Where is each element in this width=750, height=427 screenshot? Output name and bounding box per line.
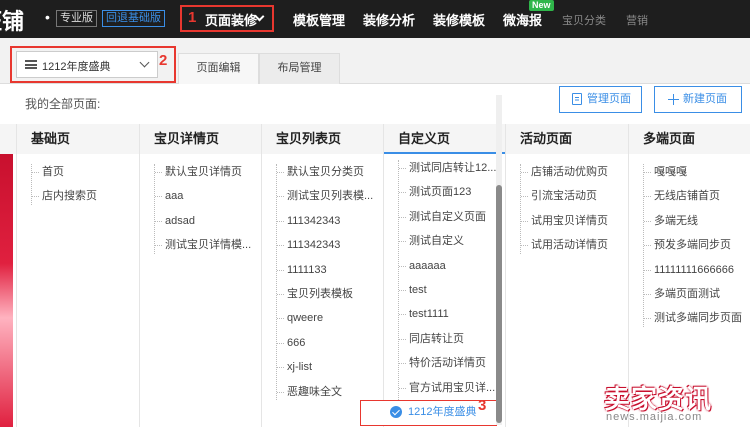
list-item[interactable]: 宝贝列表模板 xyxy=(262,282,383,306)
selected-page-item[interactable]: 1212年度盛典 xyxy=(360,399,497,426)
manage-pages-label: 管理页面 xyxy=(587,93,631,105)
column-title: 自定义页 xyxy=(384,124,505,154)
list-item[interactable]: 默认宝贝详情页 xyxy=(140,160,261,184)
list-item[interactable]: 测试宝贝详情模... xyxy=(140,233,261,257)
background-banner-strip xyxy=(0,154,13,427)
list-item[interactable]: 同店转让页 xyxy=(384,327,505,351)
tab-page-edit[interactable]: 页面编辑 xyxy=(178,53,259,84)
list-item[interactable]: 测试自定义 xyxy=(384,229,505,253)
column-custom-pages: 自定义页 测试同店转让12... 测试页面123 测试自定义页面 测试自定义 a… xyxy=(360,124,505,427)
list-item[interactable]: 多端页面测试 xyxy=(629,282,750,306)
annotation-number-3: 3 xyxy=(478,397,487,414)
list-item[interactable]: aaaaaa xyxy=(384,254,505,278)
list-item[interactable]: 测试多端同步页面 xyxy=(629,306,750,330)
list-item[interactable]: 试用活动详情页 xyxy=(506,233,627,257)
plus-icon xyxy=(668,94,679,105)
list-item[interactable]: 测试页面123 xyxy=(384,180,505,204)
nav-template-manage[interactable]: 模板管理 xyxy=(293,10,345,29)
check-circle-icon xyxy=(390,405,402,418)
list-item[interactable]: 店铺活动优购页 xyxy=(506,160,627,184)
menu-icon xyxy=(25,60,37,69)
nav-page-decoration[interactable]: 页面装修 xyxy=(205,10,257,29)
list-item[interactable]: 默认宝贝分类页 xyxy=(262,160,383,184)
list-item[interactable]: 测试宝贝列表模... xyxy=(262,184,383,208)
list-item[interactable]: 预发多端同步页 xyxy=(629,233,750,257)
list-item[interactable]: 引流宝活动页 xyxy=(506,184,627,208)
nav-decoration-templates[interactable]: 装修模板 xyxy=(433,10,485,29)
column-item-detail-pages: 宝贝详情页 默认宝贝详情页 aaa adsad 测试宝贝详情模... xyxy=(139,124,261,427)
list-item[interactable]: 1111133 xyxy=(262,258,383,282)
brand-logo: 旺铺 xyxy=(0,10,25,35)
top-nav-bar: 旺铺 • 专业版 回退基础版 1 页面装修 模板管理 装修分析 装修模板 New… xyxy=(0,0,750,38)
column-title: 宝贝列表页 xyxy=(262,124,383,154)
all-pages-label: 我的全部页面: xyxy=(25,97,101,111)
scrollbar-thumb[interactable] xyxy=(496,185,502,423)
column-title: 活动页面 xyxy=(506,124,627,154)
page-select-dropdown[interactable]: 1212年度盛典 xyxy=(16,51,158,78)
page-select-value: 1212年度盛典 xyxy=(42,61,111,73)
nav-item-category[interactable]: 宝贝分类 xyxy=(562,12,606,28)
page-toolbar: 1212年度盛典 2 页面编辑 布局管理 xyxy=(0,38,750,84)
chevron-down-icon xyxy=(139,57,150,68)
list-item[interactable]: 店内搜索页 xyxy=(17,184,138,208)
list-item[interactable]: 无线店铺首页 xyxy=(629,184,750,208)
list-item[interactable]: xj-list xyxy=(262,355,383,379)
list-item[interactable]: adsad xyxy=(140,209,261,233)
annotation-number-2: 2 xyxy=(159,52,168,69)
nav-marketing[interactable]: 营销 xyxy=(626,12,648,28)
list-item[interactable]: 试用宝贝详情页 xyxy=(506,209,627,233)
list-item[interactable]: test xyxy=(384,278,505,302)
nav-decoration-analysis[interactable]: 装修分析 xyxy=(363,10,415,29)
new-page-button[interactable]: 新建页面 xyxy=(654,86,742,113)
column-title: 多端页面 xyxy=(629,124,750,154)
watermark: 卖家资讯 news.maijia.com xyxy=(604,381,750,427)
manage-pages-button[interactable]: 管理页面 xyxy=(559,86,642,113)
tab-layout-manage[interactable]: 布局管理 xyxy=(259,53,340,84)
document-icon xyxy=(572,93,582,105)
column-item-list-pages: 宝贝列表页 默认宝贝分类页 测试宝贝列表模... 111342343 11134… xyxy=(261,124,383,427)
list-item[interactable]: test1111 xyxy=(384,302,505,326)
pro-badge: 专业版 xyxy=(56,10,97,27)
list-item[interactable]: 嘎嘎嘎 xyxy=(629,160,750,184)
watermark-url: news.maijia.com xyxy=(606,411,703,423)
brand-dot: • xyxy=(45,9,50,25)
list-item[interactable]: qweere xyxy=(262,306,383,330)
page-dropdown-panel: 我的全部页面: 管理页面 新建页面 基础页 首页 店内搜索页 宝贝详情页 默认宝… xyxy=(0,84,750,427)
list-item[interactable]: 111342343 xyxy=(262,209,383,233)
list-item[interactable]: aaa xyxy=(140,184,261,208)
column-basic-pages: 基础页 首页 店内搜索页 xyxy=(16,124,138,427)
list-item[interactable]: 首页 xyxy=(17,160,138,184)
column-title: 基础页 xyxy=(17,124,138,154)
selected-page-label: 1212年度盛典 xyxy=(408,405,477,418)
column-title: 宝贝详情页 xyxy=(140,124,261,154)
nav-micro-poster[interactable]: 微海报 xyxy=(503,10,542,29)
list-item[interactable]: 测试同店转让12... xyxy=(384,156,505,180)
new-page-label: 新建页面 xyxy=(683,93,727,105)
list-item[interactable]: 测试自定义页面 xyxy=(384,205,505,229)
list-item[interactable]: 官方试用宝贝详... xyxy=(384,376,505,400)
custom-pages-scrollbar[interactable] xyxy=(496,95,502,425)
list-item[interactable]: 111342343 xyxy=(262,233,383,257)
annotation-number-1: 1 xyxy=(188,9,197,26)
list-item[interactable]: 666 xyxy=(262,331,383,355)
list-item[interactable]: 11111111666666 xyxy=(629,258,750,282)
list-item[interactable]: 多端无线 xyxy=(629,209,750,233)
list-item[interactable]: 特价活动详情页 xyxy=(384,351,505,375)
back-to-basic-link[interactable]: 回退基础版 xyxy=(102,10,165,27)
